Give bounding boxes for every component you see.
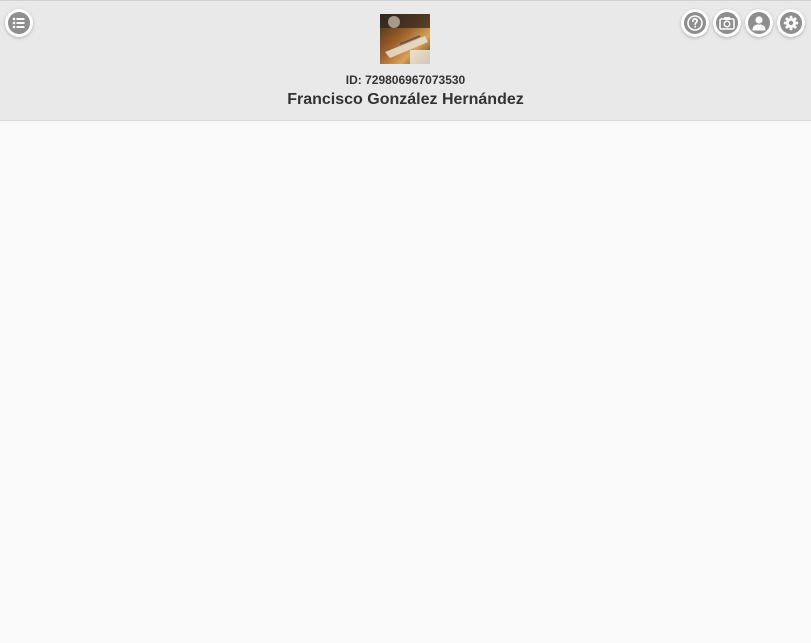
main-content xyxy=(0,121,811,643)
gear-icon xyxy=(780,12,802,34)
list-icon xyxy=(8,12,30,34)
id-value: 729806967073530 xyxy=(365,73,466,87)
menu-button[interactable] xyxy=(5,9,33,37)
camera-icon xyxy=(716,12,738,34)
avatar xyxy=(380,14,430,64)
header-bar: ID: 729806967073530 Francisco González H… xyxy=(0,0,811,121)
id-label: ID: xyxy=(345,73,366,87)
help-icon xyxy=(684,12,706,34)
help-button[interactable] xyxy=(681,9,709,37)
user-button[interactable] xyxy=(745,9,773,37)
user-icon xyxy=(748,12,770,34)
user-id: ID: 729806967073530 xyxy=(0,73,811,87)
user-name: Francisco González Hernández xyxy=(287,91,524,108)
camera-button[interactable] xyxy=(713,9,741,37)
settings-button[interactable] xyxy=(777,9,805,37)
